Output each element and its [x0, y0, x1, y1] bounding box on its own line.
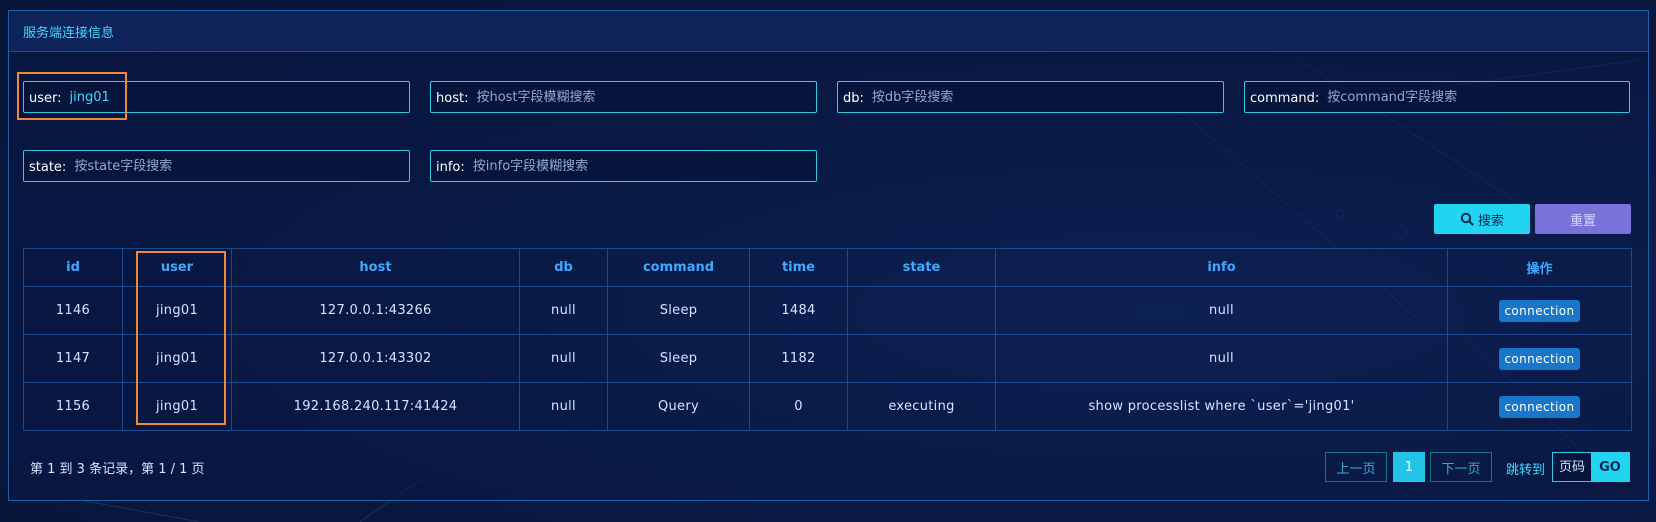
cell-state	[847, 334, 996, 383]
connection-button[interactable]: connection	[1499, 347, 1580, 370]
cell-user: jing01	[122, 286, 232, 335]
column-header-db: db	[519, 248, 608, 287]
column-header-user: user	[122, 248, 232, 287]
cell-db: null	[519, 334, 608, 383]
cell-state: executing	[847, 382, 996, 431]
cell-user: jing01	[122, 334, 232, 383]
table-header-row: id user host db command time state info …	[23, 248, 1632, 287]
search-button[interactable]: 搜索	[1434, 204, 1530, 234]
cell-id: 1156	[23, 382, 123, 431]
cell-db: null	[519, 382, 608, 431]
page-jump-group: GO	[1552, 452, 1630, 482]
cell-time: 1182	[749, 334, 848, 383]
info-filter-input[interactable]	[472, 154, 816, 178]
cell-info: null	[995, 334, 1448, 383]
command-filter-field: command:	[1244, 81, 1630, 113]
current-page-button[interactable]: 1	[1393, 452, 1425, 482]
cell-host: 192.168.240.117:41424	[231, 382, 520, 431]
state-filter-field: state:	[23, 150, 410, 182]
cell-db: null	[519, 286, 608, 335]
cell-command: Sleep	[607, 286, 750, 335]
page-number-input[interactable]	[1553, 453, 1591, 481]
command-filter-input[interactable]	[1327, 85, 1629, 109]
cell-time: 1484	[749, 286, 848, 335]
connection-button[interactable]: connection	[1499, 299, 1580, 322]
state-filter-input[interactable]	[74, 154, 409, 178]
column-header-id: id	[23, 248, 123, 287]
connection-table: id user host db command time state info …	[23, 248, 1632, 431]
search-button-label: 搜索	[1477, 213, 1504, 229]
cell-time: 0	[749, 382, 848, 431]
cell-state	[847, 286, 996, 335]
cell-command: Query	[607, 382, 750, 431]
cell-host: 127.0.0.1:43302	[231, 334, 520, 383]
table-row: 1147 jing01 127.0.0.1:43302 null Sleep 1…	[23, 334, 1632, 383]
column-header-time: time	[749, 248, 848, 287]
go-button[interactable]: GO	[1591, 453, 1629, 481]
user-filter-label: user:	[29, 91, 62, 106]
cell-actions: connection	[1447, 286, 1632, 335]
db-filter-input[interactable]	[871, 85, 1223, 109]
jump-to-label: 跳转到	[1506, 463, 1546, 478]
column-header-host: host	[231, 248, 520, 287]
column-header-info: info	[995, 248, 1448, 287]
user-filter-input[interactable]	[69, 85, 409, 109]
cell-id: 1146	[23, 286, 123, 335]
command-filter-label: command:	[1250, 91, 1320, 106]
info-filter-label: info:	[436, 160, 465, 175]
panel-title: 服务端连接信息	[9, 11, 1648, 52]
host-filter-label: host:	[436, 91, 469, 106]
user-filter-field: user:	[23, 81, 410, 113]
cell-command: Sleep	[607, 334, 750, 383]
host-filter-input[interactable]	[476, 85, 816, 109]
db-filter-label: db:	[843, 91, 864, 106]
host-filter-field: host:	[430, 81, 817, 113]
cell-user: jing01	[122, 382, 232, 431]
prev-page-button[interactable]: 上一页	[1325, 452, 1387, 482]
column-header-state: state	[847, 248, 996, 287]
next-page-button[interactable]: 下一页	[1430, 452, 1492, 482]
search-icon	[1460, 212, 1474, 226]
cell-info: show processlist where `user`='jing01'	[995, 382, 1448, 431]
reset-button-label: 重置	[1569, 213, 1596, 229]
state-filter-label: state:	[29, 160, 67, 175]
column-header-command: command	[607, 248, 750, 287]
table-row: 1156 jing01 192.168.240.117:41424 null Q…	[23, 382, 1632, 431]
cell-host: 127.0.0.1:43266	[231, 286, 520, 335]
cell-id: 1147	[23, 334, 123, 383]
db-filter-field: db:	[837, 81, 1224, 113]
table-row: 1146 jing01 127.0.0.1:43266 null Sleep 1…	[23, 286, 1632, 335]
info-filter-field: info:	[430, 150, 817, 182]
cell-info: null	[995, 286, 1448, 335]
reset-button[interactable]: 重置	[1535, 204, 1631, 234]
connection-button[interactable]: connection	[1499, 395, 1580, 418]
pagination-summary: 第 1 到 3 条记录，第 1 / 1 页	[30, 462, 205, 477]
column-header-actions: 操作	[1447, 248, 1632, 287]
cell-actions: connection	[1447, 382, 1632, 431]
cell-actions: connection	[1447, 334, 1632, 383]
